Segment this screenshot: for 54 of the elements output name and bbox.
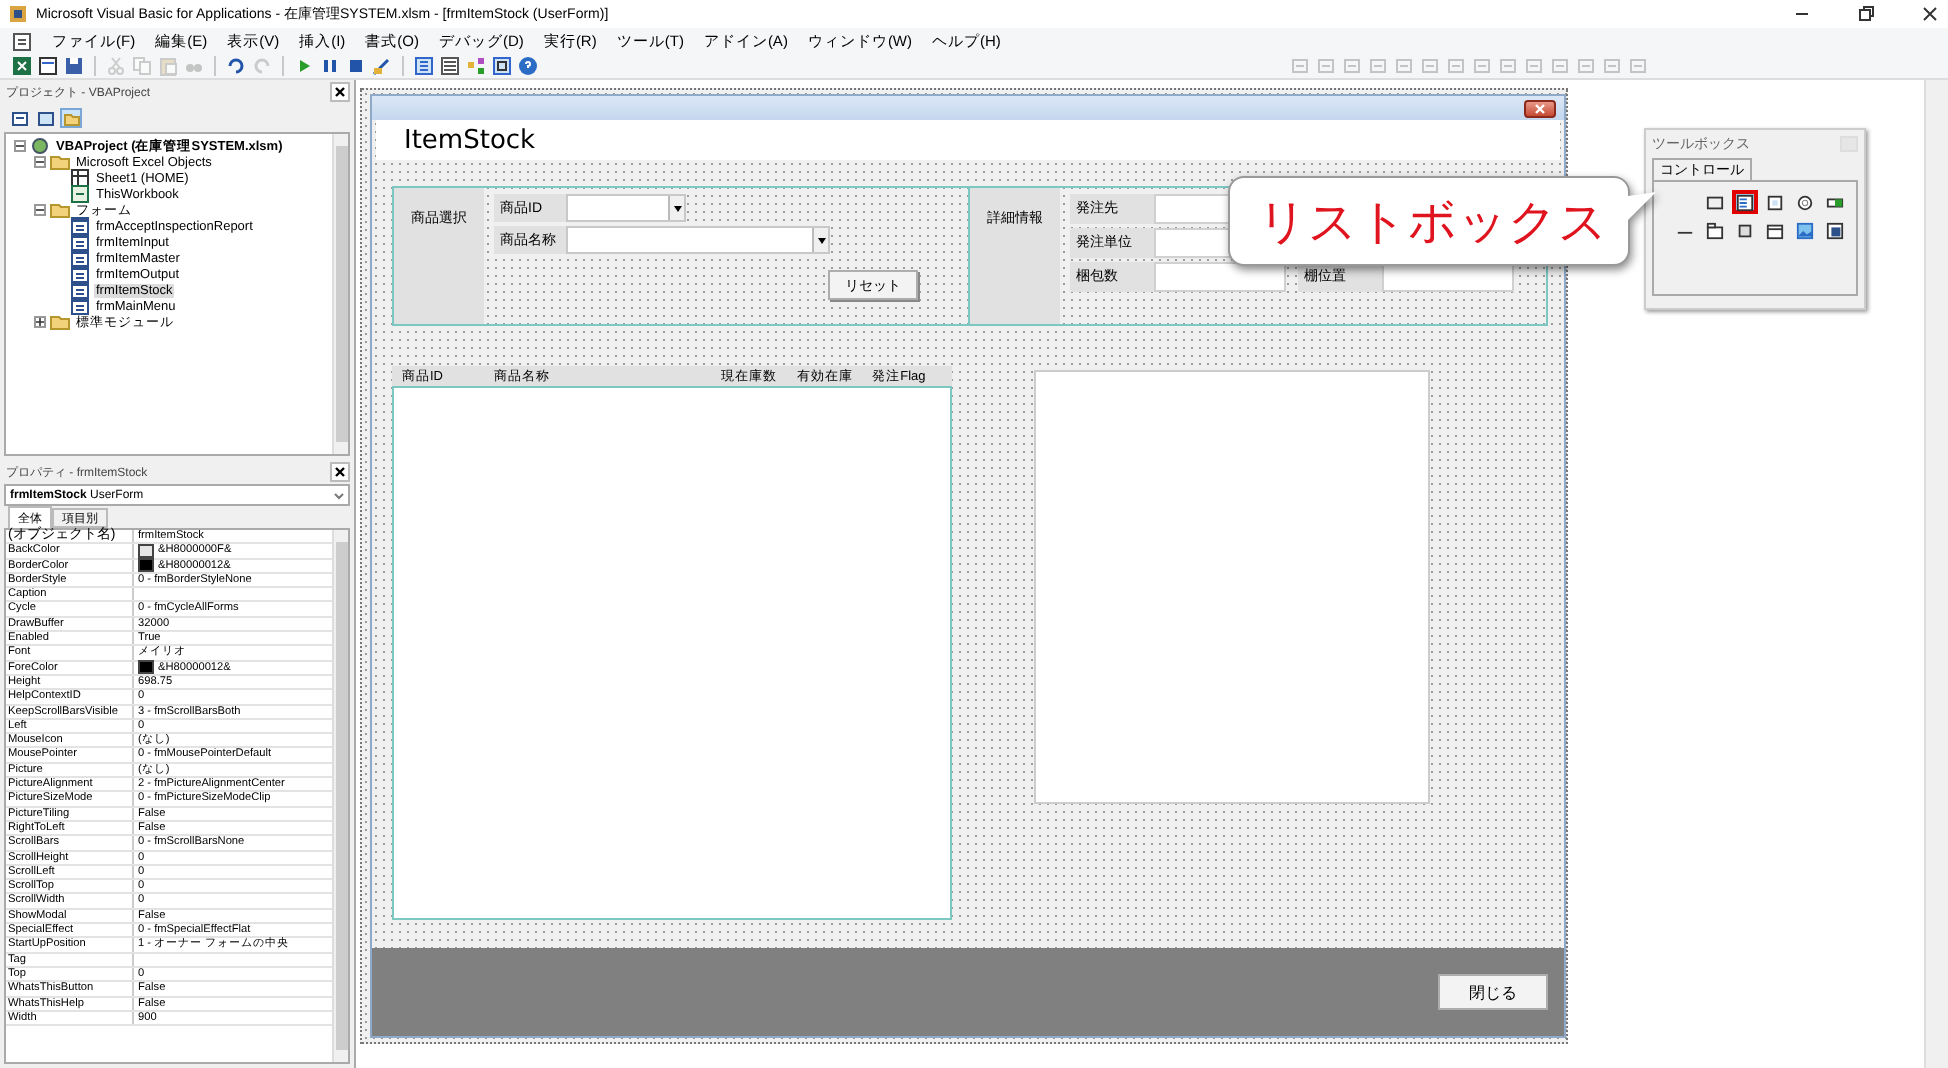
callout-tooltip: リストボックス [1228, 176, 1630, 266]
tabstrip-tool-icon[interactable] [1702, 218, 1728, 242]
properties-icon[interactable] [440, 56, 460, 76]
form-icon[interactable] [38, 56, 58, 76]
view-object-button[interactable] [34, 108, 56, 128]
project-icon [30, 136, 50, 156]
scrollbar[interactable] [332, 134, 348, 454]
form-icon [70, 264, 90, 284]
undo-icon[interactable] [226, 56, 246, 76]
view-code-button[interactable] [8, 108, 30, 128]
help-icon[interactable] [518, 56, 538, 76]
form-icon [70, 280, 90, 300]
form-icon [70, 296, 90, 316]
restore-icon[interactable] [1856, 4, 1876, 24]
square-tool-icon[interactable] [1762, 190, 1788, 214]
close-icon[interactable] [1920, 4, 1940, 24]
close-button[interactable] [1524, 99, 1556, 117]
input-field[interactable] [1154, 262, 1286, 292]
scrollbar[interactable] [1924, 80, 1948, 1068]
form-title: ItemStock [404, 125, 536, 155]
toolbox-icon[interactable] [492, 56, 512, 76]
save-icon[interactable] [64, 56, 84, 76]
form-icon [70, 216, 90, 236]
folder-icon [50, 200, 70, 220]
toggle-folders-button[interactable] [60, 108, 82, 128]
refedit-tool-icon[interactable] [1822, 218, 1848, 242]
sheet-icon [70, 168, 90, 188]
pause-icon[interactable] [320, 56, 340, 76]
scrollbar[interactable] [332, 530, 348, 1062]
app-icon [8, 4, 28, 24]
collapse-icon[interactable] [34, 204, 46, 216]
ring-tool-icon[interactable] [1792, 190, 1818, 214]
folder-icon [50, 152, 70, 172]
form-icon [70, 232, 90, 252]
listbox-tool-icon[interactable] [1732, 190, 1758, 214]
object-browser-icon[interactable] [466, 56, 486, 76]
project-explorer-icon[interactable] [414, 56, 434, 76]
callout-pointer [1628, 191, 1656, 223]
close-button[interactable] [330, 82, 350, 102]
dropdown-arrow-icon [817, 237, 825, 243]
collapse-icon[interactable] [14, 140, 26, 152]
excel-icon[interactable] [12, 56, 32, 76]
expand-icon[interactable] [34, 316, 46, 328]
dropdown-arrow-icon [673, 205, 681, 211]
folder-icon [50, 312, 70, 332]
image-tool-icon[interactable] [1792, 218, 1818, 242]
collapse-icon[interactable] [34, 156, 46, 168]
design-mode-icon[interactable] [372, 56, 392, 76]
close-icon [1534, 103, 1546, 113]
form-icon [70, 248, 90, 268]
workbook-icon [70, 184, 90, 204]
close-form-button[interactable]: 閉じる [1438, 974, 1548, 1010]
close-button[interactable] [330, 462, 350, 482]
stop-icon[interactable] [346, 56, 366, 76]
